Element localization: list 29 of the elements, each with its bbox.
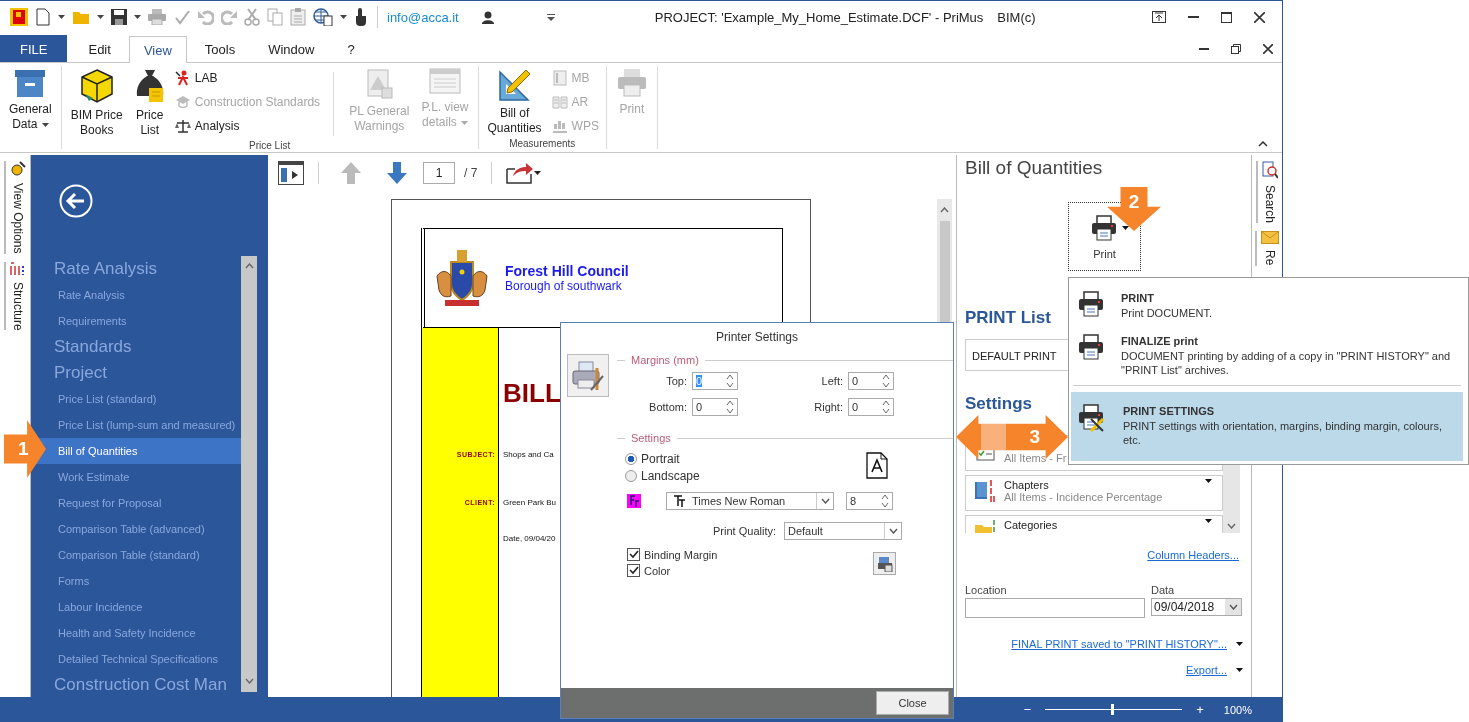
location-label: Location	[965, 584, 1008, 597]
document-date: Date, 09/04/20	[503, 534, 556, 544]
document-title: BILL	[503, 377, 561, 409]
checkbox-label: Color	[644, 564, 671, 577]
field-label: Left:	[820, 375, 843, 387]
section-heading: Settings	[965, 394, 1033, 415]
zoom-level: 100%	[1223, 703, 1252, 716]
section-heading: Settings	[631, 432, 671, 444]
field-label: Right:	[813, 401, 843, 413]
field-label: Top:	[665, 375, 687, 387]
page-count: / 7	[464, 165, 478, 180]
group-label: Measurements	[508, 138, 577, 151]
field-value: Shops and Ca	[503, 449, 554, 459]
council-name: Forest Hill Council	[505, 263, 629, 280]
date-label: Data	[1151, 584, 1176, 597]
radio-label: Portrait	[641, 452, 680, 466]
window-title: PROJECT: 'Example_My_Home_Estimate.DCF' - PriMus	[654, 9, 984, 25]
section-heading: PRINT List	[965, 308, 1051, 329]
group-label: Price List	[248, 140, 292, 153]
borough-name: Borough of southwark	[505, 279, 623, 294]
dialog-title: Printer Settings	[714, 330, 799, 346]
radio-label: Landscape	[641, 469, 700, 483]
section-heading: Margins (mm)	[631, 354, 699, 366]
field-value: Green Park Bu	[503, 497, 556, 507]
field-label: Bottom:	[648, 401, 687, 413]
field-label: Print Quality:	[713, 525, 776, 537]
edition-label: BIM(c)	[997, 9, 1036, 25]
checkbox-label: Binding Margin	[644, 548, 718, 561]
panel-title: Bill of Quantities	[965, 157, 1103, 180]
